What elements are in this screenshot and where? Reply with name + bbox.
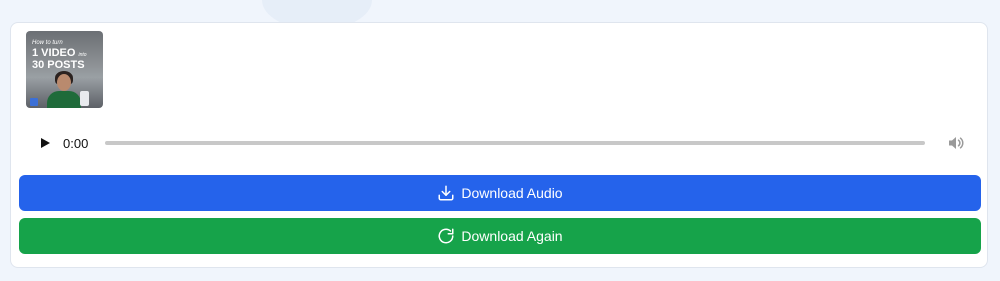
video-thumbnail: How to turn 1 VIDEO into 30 POSTS (26, 31, 103, 108)
volume-icon[interactable] (947, 135, 965, 151)
audio-progress-bar[interactable] (105, 141, 925, 145)
download-icon (438, 185, 454, 201)
thumbnail-phone (80, 91, 89, 106)
result-card: How to turn 1 VIDEO into 30 POSTS 0:00 D… (10, 22, 988, 268)
play-icon[interactable] (41, 138, 50, 148)
download-again-label: Download Again (461, 228, 563, 244)
thumbnail-text-line1: How to turn (32, 40, 63, 46)
download-audio-label: Download Audio (461, 185, 563, 201)
audio-player: 0:00 (29, 127, 981, 159)
thumbnail-person-face (57, 74, 71, 91)
thumbnail-app-icon (30, 98, 38, 106)
thumbnail-text-line2: 1 VIDEO into (32, 47, 87, 59)
current-time: 0:00 (63, 136, 89, 151)
thumbnail-person-body (47, 91, 81, 108)
download-audio-button[interactable]: Download Audio (19, 175, 981, 211)
refresh-icon (438, 228, 454, 244)
thumbnail-text-line3: 30 POSTS (32, 59, 85, 71)
download-again-button[interactable]: Download Again (19, 218, 981, 254)
